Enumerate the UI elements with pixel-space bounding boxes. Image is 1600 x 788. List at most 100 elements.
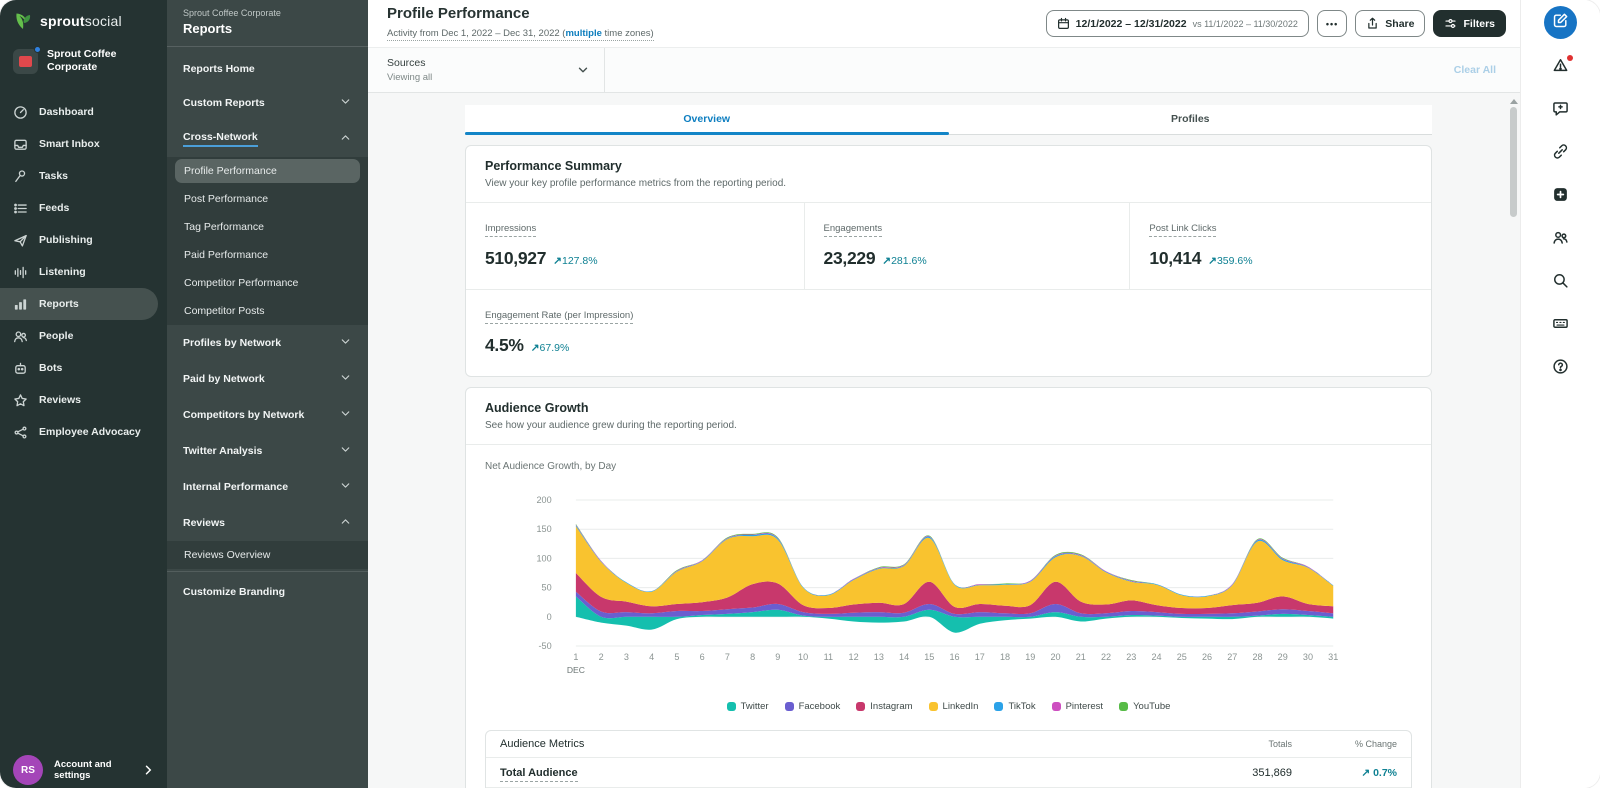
notification-dot [34,46,41,53]
primary-sidebar: sproutsocial Sprout Coffee Corporate Das… [0,0,167,788]
svg-text:150: 150 [536,524,551,534]
table-row[interactable]: Total Audience 351,869 ↗ 0.7% [486,757,1411,787]
help-button[interactable] [1552,358,1569,380]
svg-text:8: 8 [750,652,755,662]
sidebar-item-reviews[interactable]: Reviews [0,384,167,416]
legend-swatch [1119,702,1128,711]
reports-nav-reviews[interactable]: Reviews [167,505,368,541]
reports-nav-competitor-posts[interactable]: Competitor Posts [167,297,368,325]
app-window: sproutsocial Sprout Coffee Corporate Das… [0,0,1600,788]
sidebar-item-tasks[interactable]: Tasks [0,160,167,192]
sidebar-item-people[interactable]: People [0,320,167,352]
metric-label[interactable]: Engagements [824,223,883,237]
team-button[interactable] [1552,229,1569,251]
tab-overview[interactable]: Overview [465,105,949,134]
legend-item-tiktok[interactable]: TikTok [994,701,1035,712]
reports-nav-twitter-analysis[interactable]: Twitter Analysis [167,433,368,469]
date-range-button[interactable]: 12/1/2022 – 12/31/2022 vs 11/1/2022 – 11… [1046,10,1309,37]
svg-text:5: 5 [674,652,679,662]
net-audience-growth-chart[interactable]: -500501001502001234567891011121314151617… [485,488,1412,684]
svg-text:31: 31 [1328,652,1338,662]
legend-item-facebook[interactable]: Facebook [785,701,841,712]
avatar: RS [13,755,43,785]
legend-swatch [856,702,865,711]
filters-button[interactable]: Filters [1433,10,1506,37]
account-and-settings[interactable]: RS Account and settings [0,749,167,788]
search-button[interactable] [1552,272,1569,294]
chevron-down-icon [339,95,352,111]
sidebar-item-smart-inbox[interactable]: Smart Inbox [0,128,167,160]
reports-nav-competitors-by-network[interactable]: Competitors by Network [167,397,368,433]
badge-dot [1567,55,1573,61]
svg-text:25: 25 [1177,652,1187,662]
scrollbar-thumb[interactable] [1510,107,1517,217]
reports-nav-paid-by-network[interactable]: Paid by Network [167,361,368,397]
svg-text:13: 13 [874,652,884,662]
more-options-button[interactable]: ••• [1317,10,1347,37]
sidebar-item-label: Reports [39,298,79,310]
sidebar-item-publishing[interactable]: Publishing [0,224,167,256]
reports-nav-reviews-overview[interactable]: Reviews Overview [167,541,368,569]
sidebar-item-bots[interactable]: Bots [0,352,167,384]
multiple-timezones-link[interactable]: multiple [565,28,601,39]
reports-nav-paid-performance[interactable]: Paid Performance [167,241,368,269]
sidebar-item-listening[interactable]: Listening [0,256,167,288]
reports-nav-customize-branding[interactable]: Customize Branding [167,571,368,612]
link-button[interactable] [1552,143,1569,165]
alerts-button[interactable] [1552,57,1569,79]
metric-change: ↗359.6% [1208,255,1252,267]
metric-label[interactable]: Post Link Clicks [1149,223,1216,237]
legend-item-youtube[interactable]: YouTube [1119,701,1170,712]
reports-nav-internal-performance[interactable]: Internal Performance [167,469,368,505]
metric-change: ↗281.6% [882,255,926,267]
reports-nav-reports-home[interactable]: Reports Home [167,53,368,85]
clear-all-link[interactable]: Clear All [1454,64,1520,76]
svg-text:4: 4 [649,652,654,662]
logo[interactable]: sproutsocial [0,0,167,39]
reports-nav-tag-performance[interactable]: Tag Performance [167,213,368,241]
legend-swatch [994,702,1003,711]
reports-nav-post-performance[interactable]: Post Performance [167,185,368,213]
listening-icon [13,264,29,280]
metrics-grid: Impressions 510,927↗127.8% Engagements 2… [466,203,1431,376]
svg-text:0: 0 [547,612,552,622]
reports-nav-custom-reports[interactable]: Custom Reports [167,85,368,121]
svg-text:11: 11 [824,652,833,662]
reports-nav-cross-network[interactable]: Cross-Network [167,121,368,157]
sidebar-item-employee-advocacy[interactable]: Employee Advocacy [0,416,167,448]
audience-growth-card: Audience Growth See how your audience gr… [465,387,1432,788]
share-button[interactable]: Share [1355,10,1425,37]
messages-button[interactable] [1552,100,1569,122]
svg-text:19: 19 [1025,652,1035,662]
sources-dropdown[interactable]: Sources Viewing all [368,48,605,92]
sidebar-item-dashboard[interactable]: Dashboard [0,96,167,128]
secondary-nav: Reports HomeCustom ReportsCross-NetworkP… [167,47,368,612]
add-button[interactable] [1552,186,1569,208]
chart-legend: Twitter Facebook Instagram LinkedIn TikTok Pi… [485,689,1412,724]
sidebar-item-feeds[interactable]: Feeds [0,192,167,224]
tab-profiles[interactable]: Profiles [949,105,1433,134]
workspace-avatar [13,49,38,74]
sidebar-item-label: Tasks [39,170,68,182]
legend-item-pinterest[interactable]: Pinterest [1052,701,1104,712]
svg-text:2: 2 [599,652,604,662]
svg-text:18: 18 [1000,652,1010,662]
scroll-up-arrow[interactable] [1510,99,1518,104]
legend-item-linkedin[interactable]: LinkedIn [929,701,979,712]
calendar-icon [1057,17,1070,30]
reports-nav-competitor-performance[interactable]: Competitor Performance [167,269,368,297]
reports-nav-profile-performance[interactable]: Profile Performance [167,157,368,185]
compose-button[interactable] [1544,6,1577,39]
workspace-switcher[interactable]: Sprout Coffee Corporate [0,39,167,86]
svg-text:24: 24 [1151,652,1161,662]
svg-text:1: 1 [573,652,578,662]
scrollbar[interactable] [1509,99,1518,784]
keyboard-button[interactable] [1552,315,1569,337]
sidebar-item-reports[interactable]: Reports [0,288,158,320]
reports-nav-profiles-by-network[interactable]: Profiles by Network [167,325,368,361]
metric-label[interactable]: Impressions [485,223,536,237]
metric-label[interactable]: Engagement Rate (per Impression) [485,310,633,324]
metric-engagement-rate: Engagement Rate (per Impression) 4.5%↗67… [466,290,1431,376]
legend-item-instagram[interactable]: Instagram [856,701,912,712]
legend-item-twitter[interactable]: Twitter [727,701,769,712]
